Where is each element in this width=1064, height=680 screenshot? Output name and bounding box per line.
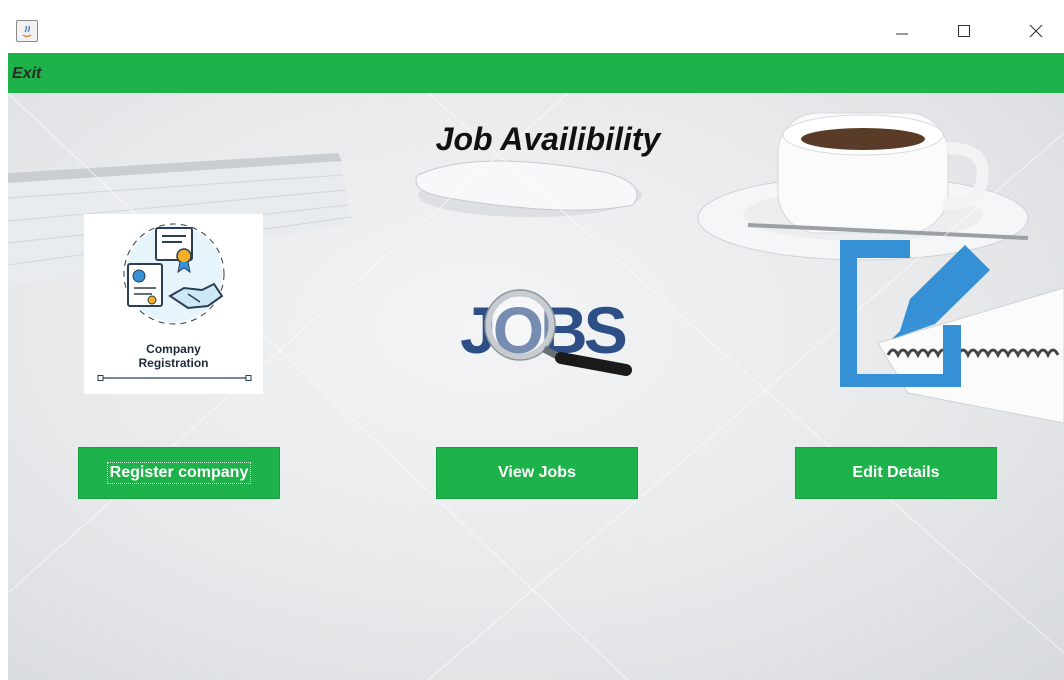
main-panel: Job Availibility Company Registration JO… — [8, 93, 1064, 680]
certificate-handshake-icon — [123, 223, 225, 325]
menu-bar: Exit — [8, 53, 1064, 93]
jobs-search-logo: JOBS — [460, 289, 632, 376]
close-icon[interactable] — [1016, 16, 1056, 46]
edit-details-label: Edit Details — [852, 464, 940, 481]
mouse-illustration — [415, 160, 642, 217]
page-title: Job Availibility — [435, 121, 661, 157]
view-jobs-button[interactable]: View Jobs — [436, 447, 638, 499]
minimize-icon[interactable] — [882, 16, 922, 46]
maximize-icon[interactable] — [944, 16, 984, 46]
window-title-bar — [0, 0, 1064, 53]
register-company-label: Register company — [106, 462, 252, 484]
menu-exit[interactable]: Exit — [12, 65, 41, 83]
edit-details-button[interactable]: Edit Details — [795, 447, 997, 499]
company-registration-logo: Company Registration — [84, 214, 263, 394]
caption-line-1: Company — [146, 342, 201, 356]
java-app-icon — [16, 20, 38, 42]
edit-details-icon — [840, 240, 990, 387]
caption-line-2: Registration — [138, 356, 209, 370]
register-company-button[interactable]: Register company — [78, 447, 280, 499]
company-registration-caption: Company Registration — [84, 342, 263, 370]
caption-underline — [97, 375, 252, 381]
view-jobs-label: View Jobs — [498, 464, 576, 481]
magnifier-icon — [484, 289, 556, 361]
